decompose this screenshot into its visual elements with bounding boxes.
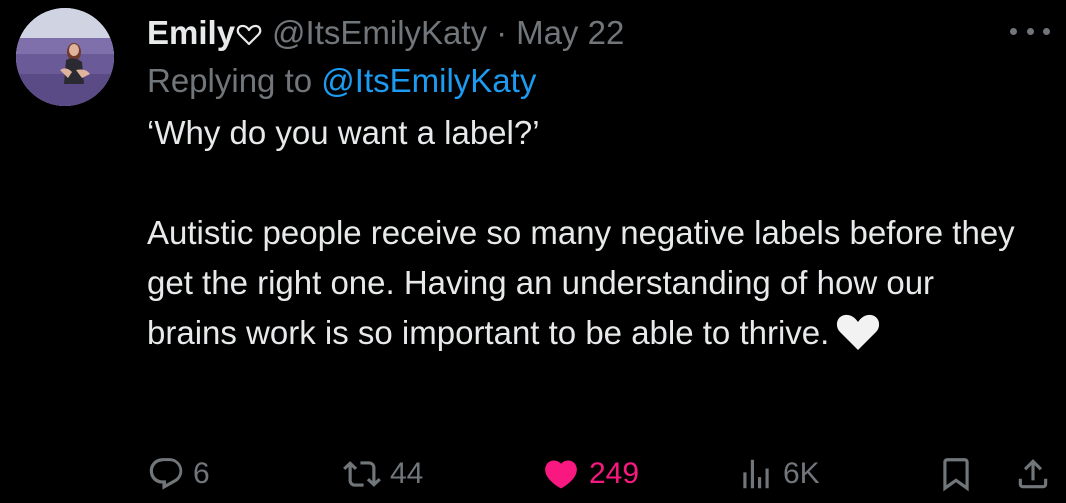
- views-button[interactable]: 6K: [737, 448, 820, 500]
- heart-outline-icon: [236, 12, 262, 46]
- bookmark-icon: [943, 458, 969, 492]
- retweet-count: 44: [390, 457, 424, 490]
- avatar[interactable]: [16, 8, 114, 106]
- avatar-image: [16, 8, 114, 106]
- share-icon: [1018, 459, 1048, 489]
- like-icon: [545, 460, 577, 489]
- white-heart-icon: [835, 312, 881, 352]
- tweet-text: ‘Why do you want a label?’ Autistic peop…: [147, 108, 1027, 358]
- share-button[interactable]: [1014, 448, 1052, 500]
- reply-button[interactable]: 6: [147, 448, 210, 500]
- reply-icon: [149, 458, 183, 490]
- tweet-text-line: ‘Why do you want a label?’: [147, 114, 540, 151]
- tweet-header: Emily @ItsEmilyKaty · May 22: [147, 10, 1027, 56]
- retweet-button[interactable]: 44: [342, 448, 423, 500]
- tweet[interactable]: Emily @ItsEmilyKaty · May 22 Replying to…: [0, 0, 1066, 503]
- like-count: 249: [589, 457, 640, 490]
- tweet-text-paragraph: Autistic people receive so many negative…: [147, 214, 1015, 352]
- bookmark-button[interactable]: [937, 448, 975, 500]
- author-handle[interactable]: @ItsEmilyKaty: [272, 10, 487, 56]
- views-count: 6K: [783, 457, 820, 490]
- display-name[interactable]: Emily: [147, 10, 235, 56]
- separator-dot: ·: [496, 14, 508, 51]
- replying-to-label: Replying to: [147, 62, 313, 99]
- replying-to-handle[interactable]: @ItsEmilyKaty: [321, 62, 536, 99]
- replying-to: Replying to @ItsEmilyKaty: [147, 56, 1027, 106]
- retweet-icon: [343, 461, 381, 487]
- reply-count: 6: [193, 457, 210, 490]
- action-bar: 6 44 249 6K: [147, 448, 1057, 500]
- views-icon: [743, 459, 769, 489]
- more-icon[interactable]: [1010, 18, 1050, 44]
- tweet-date[interactable]: May 22: [516, 10, 624, 56]
- like-button[interactable]: 249: [541, 448, 639, 500]
